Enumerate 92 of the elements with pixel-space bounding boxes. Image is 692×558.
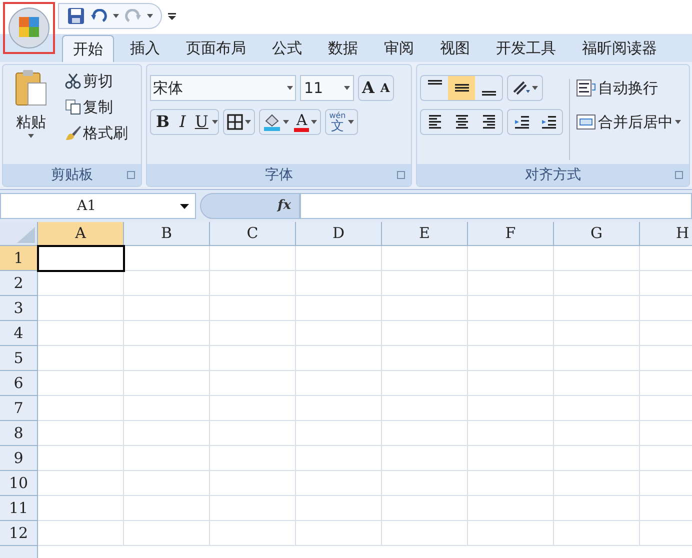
- ribbon-tab[interactable]: 开发工具: [486, 35, 566, 62]
- row-header[interactable]: 12: [0, 521, 38, 546]
- vertical-align-button[interactable]: [448, 76, 475, 100]
- dialog-launcher-icon[interactable]: [127, 171, 135, 179]
- wrap-text-icon: [576, 79, 596, 97]
- save-icon[interactable]: [67, 7, 85, 25]
- row-header[interactable]: 8: [0, 421, 38, 446]
- column-header[interactable]: C: [210, 222, 296, 246]
- fill-color-button[interactable]: [263, 113, 290, 131]
- caret-icon: [283, 120, 290, 124]
- caret-icon: [28, 134, 34, 138]
- row-header[interactable]: 1: [0, 246, 38, 271]
- copy-button[interactable]: 复制: [61, 95, 132, 119]
- ribbon-tab[interactable]: 数据: [318, 35, 368, 62]
- caret-icon: [532, 86, 538, 90]
- undo-icon[interactable]: [91, 9, 107, 23]
- merge-cells-icon: [576, 114, 596, 130]
- redo-icon[interactable]: [125, 9, 141, 23]
- border-button[interactable]: [223, 109, 256, 135]
- bold-button[interactable]: B: [151, 110, 175, 134]
- ribbon-tab[interactable]: 视图: [430, 35, 480, 62]
- column-header[interactable]: A: [38, 222, 124, 246]
- caret-icon: [113, 14, 119, 18]
- italic-button[interactable]: I: [174, 110, 191, 134]
- copy-icon: [65, 99, 81, 115]
- caret-icon: [311, 120, 318, 124]
- group-label: 对齐方式: [525, 166, 581, 184]
- column-header[interactable]: B: [124, 222, 210, 246]
- brush-icon: [65, 125, 81, 141]
- scissors-icon: [65, 73, 81, 89]
- column-header[interactable]: F: [468, 222, 554, 246]
- paste-button[interactable]: 粘贴: [7, 69, 55, 164]
- column-header[interactable]: H: [640, 222, 692, 246]
- align-left-icon: [426, 115, 442, 129]
- caret-icon: [348, 120, 354, 124]
- align-bottom-icon: [480, 91, 496, 96]
- clipboard-icon: [14, 69, 48, 107]
- row-header[interactable]: 7: [0, 396, 38, 421]
- group-label: 字体: [265, 166, 293, 184]
- select-all-icon[interactable]: [17, 227, 35, 243]
- dropdown-icon: [180, 204, 189, 208]
- row-header[interactable]: 2: [0, 271, 38, 296]
- dialog-launcher-icon[interactable]: [397, 171, 405, 179]
- format-painter-button[interactable]: 格式刷: [61, 121, 132, 145]
- ribbon-tab[interactable]: 福昕阅读器: [572, 35, 667, 62]
- caret-icon: [287, 86, 293, 90]
- paint-bucket-icon: [263, 113, 282, 131]
- row-header[interactable]: 3: [0, 296, 38, 321]
- font-name-field[interactable]: 宋体: [150, 75, 296, 101]
- row-header[interactable]: 9: [0, 446, 38, 471]
- column-header[interactable]: E: [382, 222, 468, 246]
- underline-button[interactable]: U: [190, 110, 212, 134]
- row-header[interactable]: 4: [0, 321, 38, 346]
- caret-icon: [245, 120, 252, 124]
- ribbon-tab[interactable]: 开始: [62, 35, 114, 62]
- formula-input[interactable]: [300, 193, 692, 219]
- cut-button[interactable]: 剪切: [61, 69, 132, 93]
- align-top-icon: [426, 80, 442, 85]
- column-header[interactable]: D: [296, 222, 382, 246]
- caret-icon: [675, 120, 681, 124]
- indent-icon: [540, 115, 556, 129]
- caret-icon: [344, 86, 350, 90]
- row-header[interactable]: 5: [0, 346, 38, 371]
- caret-icon: [212, 120, 218, 124]
- ribbon-tab[interactable]: 审阅: [374, 35, 424, 62]
- indent-icon: [514, 115, 530, 129]
- font-color-button[interactable]: A: [294, 112, 318, 132]
- dialog-launcher-icon[interactable]: [675, 171, 683, 179]
- insert-function-button[interactable]: fx: [278, 196, 291, 216]
- orientation-button[interactable]: [507, 75, 543, 101]
- row-header[interactable]: 10: [0, 471, 38, 496]
- ribbon-tab[interactable]: 页面布局: [176, 35, 256, 62]
- merge-center-button[interactable]: 合并后居中: [576, 109, 681, 135]
- group-label: 剪贴板: [51, 166, 93, 184]
- border-icon: [227, 114, 244, 130]
- ribbon-tab[interactable]: 插入: [120, 35, 170, 62]
- wrap-text-button[interactable]: 自动换行: [576, 75, 681, 101]
- customize-toolbar-icon[interactable]: [168, 12, 176, 20]
- font-size-field[interactable]: 11: [300, 75, 354, 101]
- caret-icon: [147, 14, 153, 18]
- name-box[interactable]: A1: [0, 193, 196, 219]
- row-header[interactable]: 11: [0, 496, 38, 521]
- row-header[interactable]: 6: [0, 371, 38, 396]
- align-center-icon: [454, 115, 470, 129]
- align-right-icon: [480, 115, 496, 129]
- ribbon-tab[interactable]: 公式: [262, 35, 312, 62]
- phonetic-button[interactable]: wén 文: [325, 109, 358, 135]
- grow-font-button[interactable]: A: [359, 76, 378, 100]
- column-header[interactable]: G: [554, 222, 640, 246]
- align-middle-icon: [454, 84, 470, 92]
- angled-text-icon: [512, 80, 530, 96]
- shrink-font-button[interactable]: A: [377, 76, 393, 100]
